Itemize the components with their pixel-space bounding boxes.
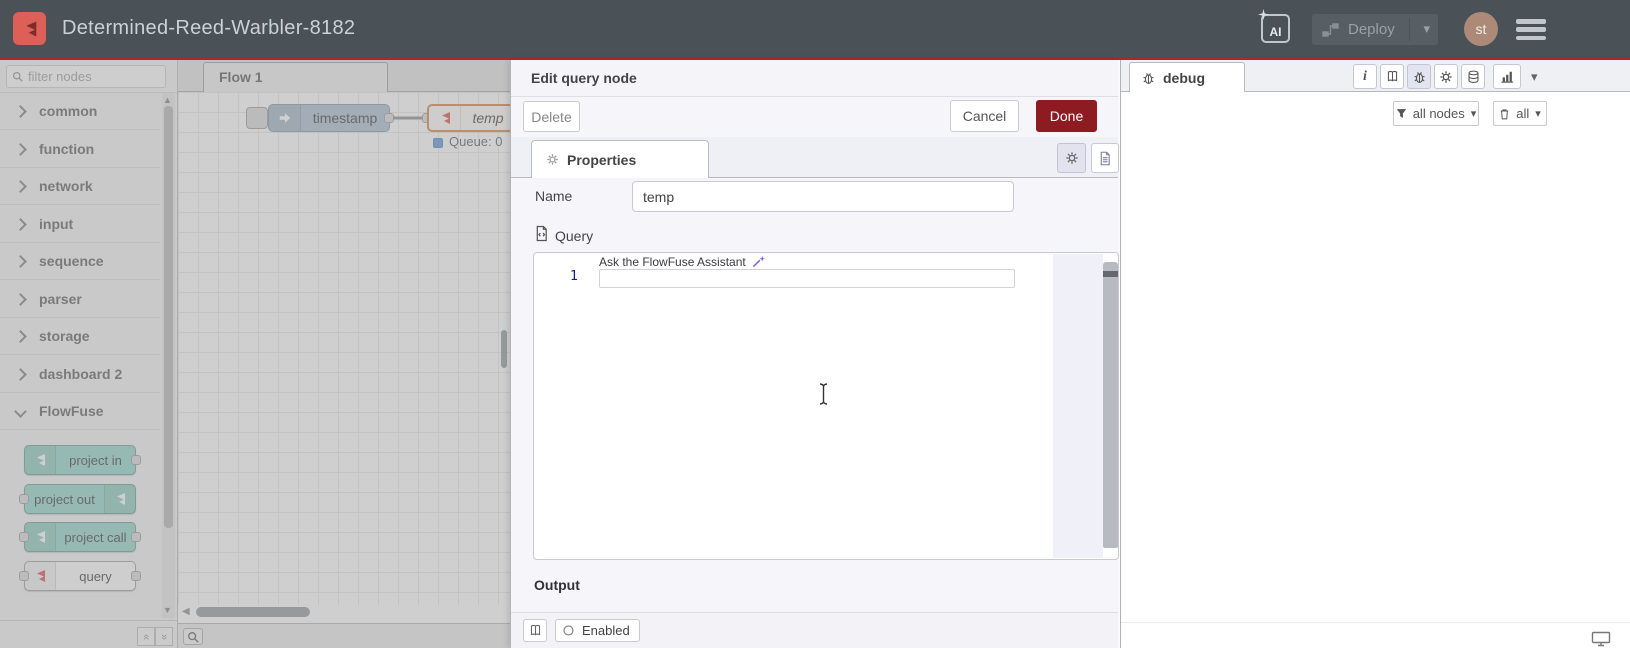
circle-icon [563, 625, 574, 636]
funnel-icon [1396, 109, 1406, 118]
node-settings-button[interactable] [1057, 143, 1086, 173]
delete-button[interactable]: Delete [523, 101, 580, 132]
tab-properties[interactable]: Properties [531, 140, 709, 178]
magic-wand-icon [752, 255, 765, 268]
deploy-button[interactable]: Deploy ▾ [1312, 14, 1438, 45]
database-icon [1468, 70, 1478, 83]
flowfuse-logo-icon [13, 12, 46, 45]
deploy-label: Deploy [1348, 21, 1395, 38]
sidebar-menu-caret-icon[interactable]: ▾ [1531, 69, 1538, 85]
gear-icon [547, 154, 558, 165]
sparkle-icon [1258, 9, 1269, 20]
delete-label: Delete [531, 108, 572, 125]
trash-icon [1500, 108, 1509, 119]
edit-node-dialog: Edit query node Delete Cancel Done Prope… [510, 60, 1119, 648]
editor-first-line-input[interactable] [599, 269, 1015, 288]
deploy-caret-icon[interactable]: ▾ [1423, 21, 1430, 37]
info-icon: i [1363, 68, 1367, 84]
assistant-hint-text: Ask the FlowFuse Assistant [599, 254, 746, 269]
menu-bar-icon [1516, 35, 1546, 40]
debug-tab-label: debug [1163, 69, 1205, 86]
ibeam-mouse-cursor [819, 383, 828, 405]
query-field-label: Query [555, 228, 594, 244]
query-code-editor[interactable]: 1 Ask the FlowFuse Assistant [533, 252, 1119, 560]
node-description-button[interactable] [1091, 143, 1119, 173]
document-icon [1100, 151, 1110, 165]
dialog-title: Edit query node [511, 60, 1118, 97]
debug-clear-button[interactable]: all ▾ [1493, 101, 1547, 126]
name-field-label: Name [535, 188, 573, 204]
done-label: Done [1049, 108, 1084, 124]
book-icon [530, 624, 540, 636]
cancel-button[interactable]: Cancel [950, 100, 1019, 132]
info-tab-button[interactable]: i [1353, 64, 1377, 89]
user-avatar[interactable]: st [1464, 12, 1498, 46]
header-bar: Determined-Reed-Warbler-8182 AI Deploy ▾… [0, 0, 1630, 60]
clear-button-label: all [1516, 106, 1530, 121]
flowfuse-assistant-hint[interactable]: Ask the FlowFuse Assistant [599, 254, 765, 269]
context-data-button[interactable] [1461, 64, 1485, 89]
bug-icon [1143, 72, 1154, 84]
enabled-label: Enabled [582, 623, 630, 638]
ai-assistant-button[interactable]: AI [1258, 9, 1290, 43]
book-icon [1387, 70, 1397, 82]
editor-scrollbar-thumb[interactable] [1103, 271, 1118, 277]
deploy-divider [1409, 18, 1410, 41]
sidebar-footer [1121, 622, 1630, 648]
bug-icon [1413, 71, 1425, 83]
debug-filter-button[interactable]: all nodes ▾ [1393, 101, 1479, 126]
gear-icon [1440, 70, 1452, 83]
hamburger-menu-button[interactable] [1516, 19, 1546, 40]
dashboard-tab-button[interactable] [1493, 64, 1521, 89]
name-input[interactable] [632, 181, 1014, 212]
help-tab-button[interactable] [1380, 64, 1404, 89]
open-window-icon[interactable] [1591, 631, 1611, 647]
dialog-footer: Enabled [511, 612, 1118, 648]
flowfuse-mark-icon [25, 21, 36, 36]
file-code-icon [536, 225, 547, 242]
config-nodes-button[interactable] [1434, 64, 1458, 89]
instance-title: Determined-Reed-Warbler-8182 [62, 17, 356, 39]
gear-icon [1065, 152, 1078, 164]
caret-down-icon: ▾ [1470, 108, 1477, 120]
menu-bar-icon [1516, 19, 1546, 24]
bar-chart-icon [1501, 71, 1514, 83]
node-enabled-toggle[interactable]: Enabled [555, 619, 640, 642]
node-red-editor: Determined-Reed-Warbler-8182 AI Deploy ▾… [0, 0, 1630, 648]
caret-down-icon: ▾ [1535, 108, 1541, 120]
avatar-initials: st [1475, 21, 1487, 37]
done-button[interactable]: Done [1036, 100, 1097, 132]
workspace-shade-overlay [0, 60, 510, 648]
tab-debug[interactable]: debug [1129, 62, 1245, 92]
node-help-button[interactable] [523, 619, 547, 642]
output-section-label: Output [534, 577, 580, 593]
debug-tab-button[interactable] [1407, 64, 1431, 89]
editor-minimap [1053, 254, 1103, 558]
editor-scrollbar[interactable] [1103, 262, 1118, 548]
filter-button-label: all nodes [1412, 106, 1465, 121]
deploy-icon [1322, 22, 1339, 37]
right-sidebar: debug i ▾ all nodes ▾ all ▾ [1120, 60, 1630, 648]
ai-label: AI [1269, 25, 1282, 39]
menu-bar-icon [1516, 27, 1546, 32]
cancel-label: Cancel [962, 108, 1007, 124]
properties-tab-label: Properties [567, 151, 637, 168]
editor-line-number: 1 [569, 268, 578, 284]
